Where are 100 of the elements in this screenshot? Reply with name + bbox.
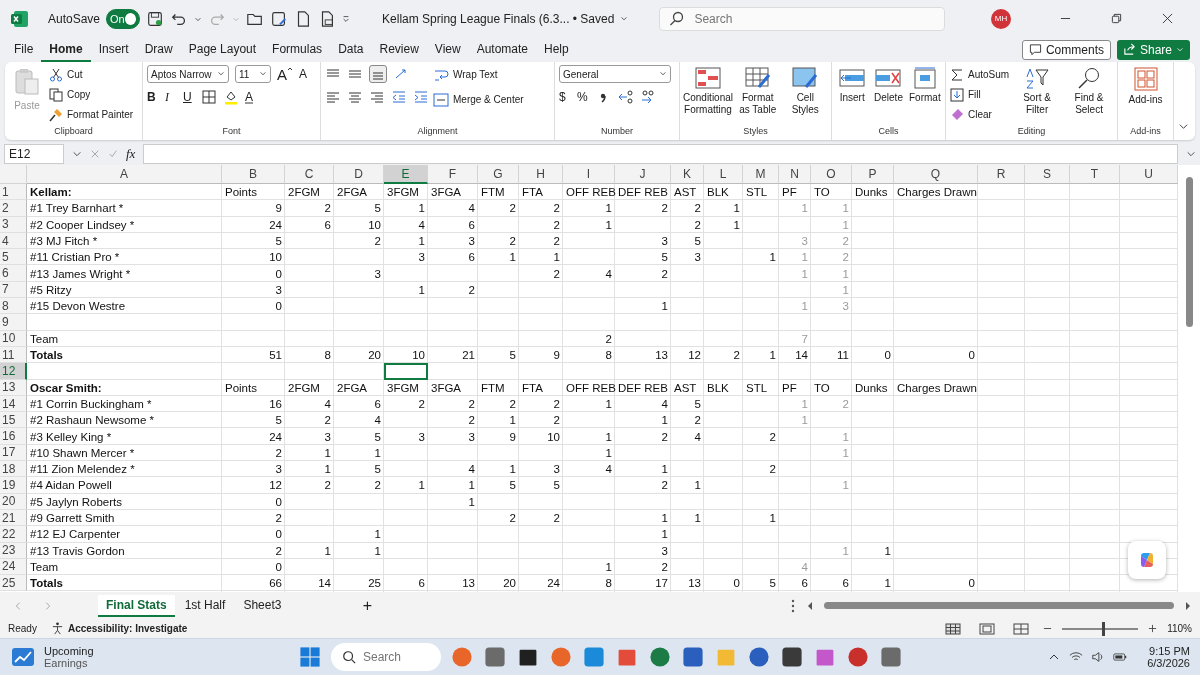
search-field[interactable]: Search bbox=[659, 6, 946, 31]
widget-subtitle[interactable]: Earnings bbox=[44, 656, 88, 669]
column-header[interactable]: G bbox=[478, 165, 519, 184]
column-header[interactable]: P bbox=[852, 165, 894, 184]
align-bottom-icon[interactable] bbox=[369, 65, 387, 83]
merge-center-button[interactable]: Merge & Center bbox=[433, 90, 524, 109]
insert-function-button[interactable]: fx bbox=[126, 146, 136, 162]
font-color-button[interactable]: A bbox=[245, 90, 257, 104]
conditional-formatting-button[interactable]: Conditional Formatting bbox=[684, 65, 732, 115]
caret-icon[interactable] bbox=[620, 14, 629, 23]
row-header[interactable]: 9 bbox=[0, 314, 27, 331]
column-header[interactable]: U bbox=[1120, 165, 1178, 184]
clock-date[interactable]: 6/3/2026 bbox=[1147, 656, 1190, 669]
row-header[interactable]: 25 bbox=[0, 575, 27, 592]
clear-button[interactable]: Clear bbox=[950, 105, 1010, 124]
wrap-text-button[interactable]: Wrap Text bbox=[433, 65, 524, 84]
format-cells-button[interactable]: Format bbox=[908, 65, 941, 104]
copy-button[interactable]: Copy bbox=[49, 85, 134, 104]
column-header[interactable]: R bbox=[978, 165, 1025, 184]
ribbon-tab[interactable]: Formulas bbox=[264, 37, 331, 62]
ribbon-tab[interactable]: Help bbox=[536, 37, 577, 62]
fill-button[interactable]: Fill bbox=[950, 85, 1010, 104]
row-header[interactable]: 16 bbox=[0, 428, 27, 445]
comments-button[interactable]: Comments bbox=[1021, 39, 1111, 60]
ribbon-tab[interactable]: File bbox=[6, 37, 42, 62]
collapse-ribbon-icon[interactable] bbox=[1178, 121, 1189, 132]
column-header[interactable]: A bbox=[27, 165, 222, 184]
row-header[interactable]: 18 bbox=[0, 461, 27, 478]
delete-cells-button[interactable]: Delete bbox=[872, 65, 905, 104]
format-painter-button[interactable]: Format Painter bbox=[49, 105, 134, 124]
scroll-left-icon[interactable] bbox=[806, 600, 815, 611]
decrease-decimal-icon[interactable] bbox=[639, 89, 655, 105]
column-header[interactable]: K bbox=[671, 165, 704, 184]
battery-icon[interactable] bbox=[1113, 650, 1128, 663]
wifi-icon[interactable] bbox=[1069, 650, 1084, 663]
column-header[interactable]: M bbox=[743, 165, 779, 184]
widget-title[interactable]: Upcoming bbox=[44, 644, 94, 657]
ribbon-tab[interactable]: Page Layout bbox=[180, 37, 265, 62]
column-header[interactable]: E bbox=[384, 165, 428, 184]
horizontal-scrollbar[interactable] bbox=[824, 602, 1174, 609]
increase-decimal-icon[interactable] bbox=[617, 89, 633, 105]
row-header[interactable]: 15 bbox=[0, 412, 27, 429]
row-header[interactable]: 12 bbox=[0, 363, 27, 380]
row-header[interactable]: 22 bbox=[0, 526, 27, 543]
row-header[interactable]: 19 bbox=[0, 477, 27, 494]
sort-filter-button[interactable]: Sort & Filter bbox=[1013, 65, 1062, 115]
caret-icon[interactable] bbox=[72, 149, 82, 159]
accessibility-icon[interactable] bbox=[50, 622, 64, 635]
font-size-dropdown[interactable]: 11 bbox=[235, 65, 271, 83]
insert-cells-button[interactable]: Insert bbox=[836, 65, 869, 104]
share-button[interactable]: Share bbox=[1116, 39, 1190, 60]
check-icon[interactable] bbox=[108, 149, 118, 159]
cell-cursor[interactable] bbox=[384, 363, 428, 380]
taskbar-search-field[interactable]: Search bbox=[331, 642, 441, 671]
column-header[interactable]: I bbox=[563, 165, 615, 184]
clock-time[interactable]: 9:15 PM bbox=[1149, 644, 1190, 657]
row-header[interactable]: 6 bbox=[0, 265, 27, 282]
autosave-toggle[interactable]: On bbox=[106, 8, 141, 29]
page-break-icon[interactable] bbox=[1013, 622, 1030, 635]
row-header[interactable]: 5 bbox=[0, 249, 27, 266]
document-title[interactable]: Kellam Spring League Finals (6.3... • Saved bbox=[382, 11, 615, 26]
zoom-level[interactable]: 110% bbox=[1167, 623, 1192, 634]
start-icon[interactable] bbox=[298, 644, 322, 669]
font-name-dropdown[interactable]: Aptos Narrow bbox=[147, 65, 229, 83]
align-center-icon[interactable] bbox=[347, 89, 363, 105]
column-header[interactable]: Q bbox=[894, 165, 978, 184]
add-ins-button[interactable]: Add-ins bbox=[1122, 65, 1169, 106]
app-icon[interactable] bbox=[780, 644, 804, 669]
ribbon-tab[interactable]: Insert bbox=[90, 37, 137, 62]
formula-input[interactable] bbox=[143, 144, 1178, 164]
customize-icon[interactable] bbox=[342, 14, 351, 23]
expand-icon[interactable] bbox=[1186, 149, 1196, 159]
autosum-button[interactable]: AutoSum bbox=[950, 65, 1010, 84]
row-header[interactable]: 1 bbox=[0, 184, 27, 201]
save-as-icon[interactable] bbox=[270, 9, 289, 28]
ribbon-tab[interactable]: Review bbox=[371, 37, 427, 62]
accessibility-button[interactable]: Accessibility: Investigate bbox=[67, 623, 188, 634]
bold-button[interactable]: B bbox=[147, 90, 159, 104]
number-format-dropdown[interactable]: General bbox=[559, 65, 671, 83]
shrink-font-button[interactable]: A bbox=[299, 67, 311, 81]
avatar[interactable]: MH bbox=[991, 8, 1011, 29]
fill-color-icon[interactable] bbox=[223, 89, 239, 105]
column-header[interactable]: N bbox=[779, 165, 811, 184]
italic-button[interactable]: I bbox=[165, 89, 177, 105]
column-header[interactable]: J bbox=[615, 165, 671, 184]
save-icon[interactable] bbox=[146, 9, 165, 28]
ribbon-tab[interactable]: View bbox=[426, 37, 469, 62]
column-header[interactable]: F bbox=[428, 165, 478, 184]
underline-button[interactable]: U bbox=[183, 90, 195, 104]
percent-button[interactable]: % bbox=[577, 90, 589, 104]
ribbon-tab[interactable]: Automate bbox=[468, 37, 536, 62]
more-icon[interactable] bbox=[790, 598, 797, 613]
row-header[interactable]: 8 bbox=[0, 298, 27, 315]
name-box[interactable]: E12 bbox=[4, 144, 64, 164]
ribbon-tab[interactable]: Draw bbox=[136, 37, 181, 62]
close-icon[interactable] bbox=[1162, 13, 1173, 24]
grow-font-button[interactable]: A bbox=[277, 65, 293, 83]
restore-icon[interactable] bbox=[1111, 13, 1122, 24]
find-select-button[interactable]: Find & Select bbox=[1065, 65, 1113, 115]
scroll-right-icon[interactable] bbox=[1184, 600, 1192, 611]
